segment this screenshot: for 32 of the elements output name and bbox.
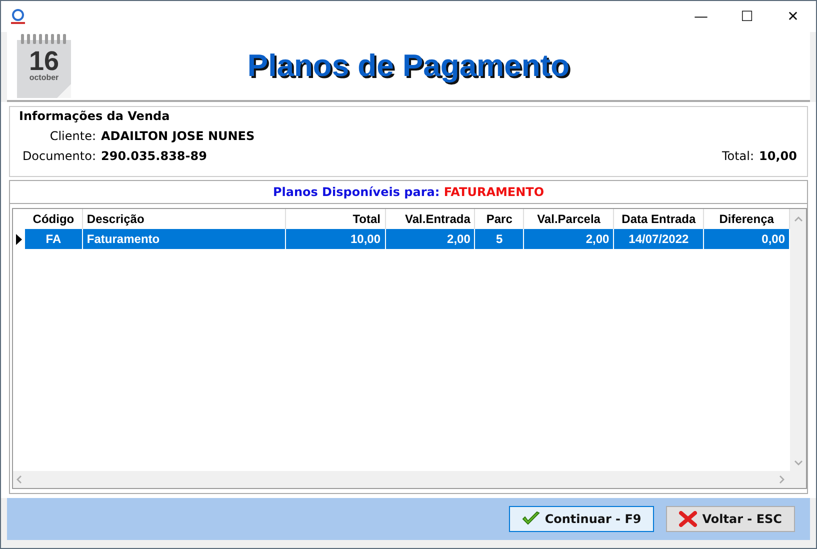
column-header[interactable]: Total [286, 209, 386, 229]
total-label: Total: [722, 149, 754, 163]
table-cell: 14/07/2022 [614, 229, 704, 249]
checkmark-icon [522, 511, 540, 527]
close-button[interactable]: ✕ [770, 1, 816, 32]
maximize-button[interactable]: ☐ [724, 1, 770, 32]
window-title: Planos de Pagamento [246, 48, 571, 84]
document-label: Documento: [21, 149, 96, 163]
scroll-up-icon[interactable] [794, 215, 802, 224]
continue-button[interactable]: Continuar - F9 [508, 506, 654, 532]
column-header[interactable]: Val.Entrada [386, 209, 476, 229]
total-value: 10,00 [759, 149, 797, 163]
scroll-right-icon[interactable] [777, 475, 786, 484]
table-cell: 2,00 [386, 229, 476, 249]
scroll-down-icon[interactable] [794, 458, 802, 467]
table-cell: 2,00 [524, 229, 614, 249]
section-title: Informações da Venda [19, 109, 171, 123]
scroll-left-icon[interactable] [15, 475, 24, 484]
minimize-button[interactable]: — [678, 1, 724, 32]
client-label: Cliente: [48, 129, 96, 143]
plans-caption: Planos Disponíveis para: FATURAMENTO [10, 181, 807, 204]
current-row-icon [16, 234, 22, 244]
table-cell: FA [24, 229, 83, 249]
client-name: ADAILTON JOSE NUNES [101, 129, 255, 143]
table-cell: Faturamento [82, 229, 286, 249]
back-button[interactable]: Voltar - ESC [666, 506, 795, 532]
document-number: 290.035.838-89 [101, 149, 207, 163]
x-icon [679, 511, 698, 527]
table-cell: 0,00 [704, 229, 790, 249]
table-cell: 10,00 [286, 229, 386, 249]
app-logo-icon [9, 8, 27, 26]
table-cell: 5 [475, 229, 524, 249]
